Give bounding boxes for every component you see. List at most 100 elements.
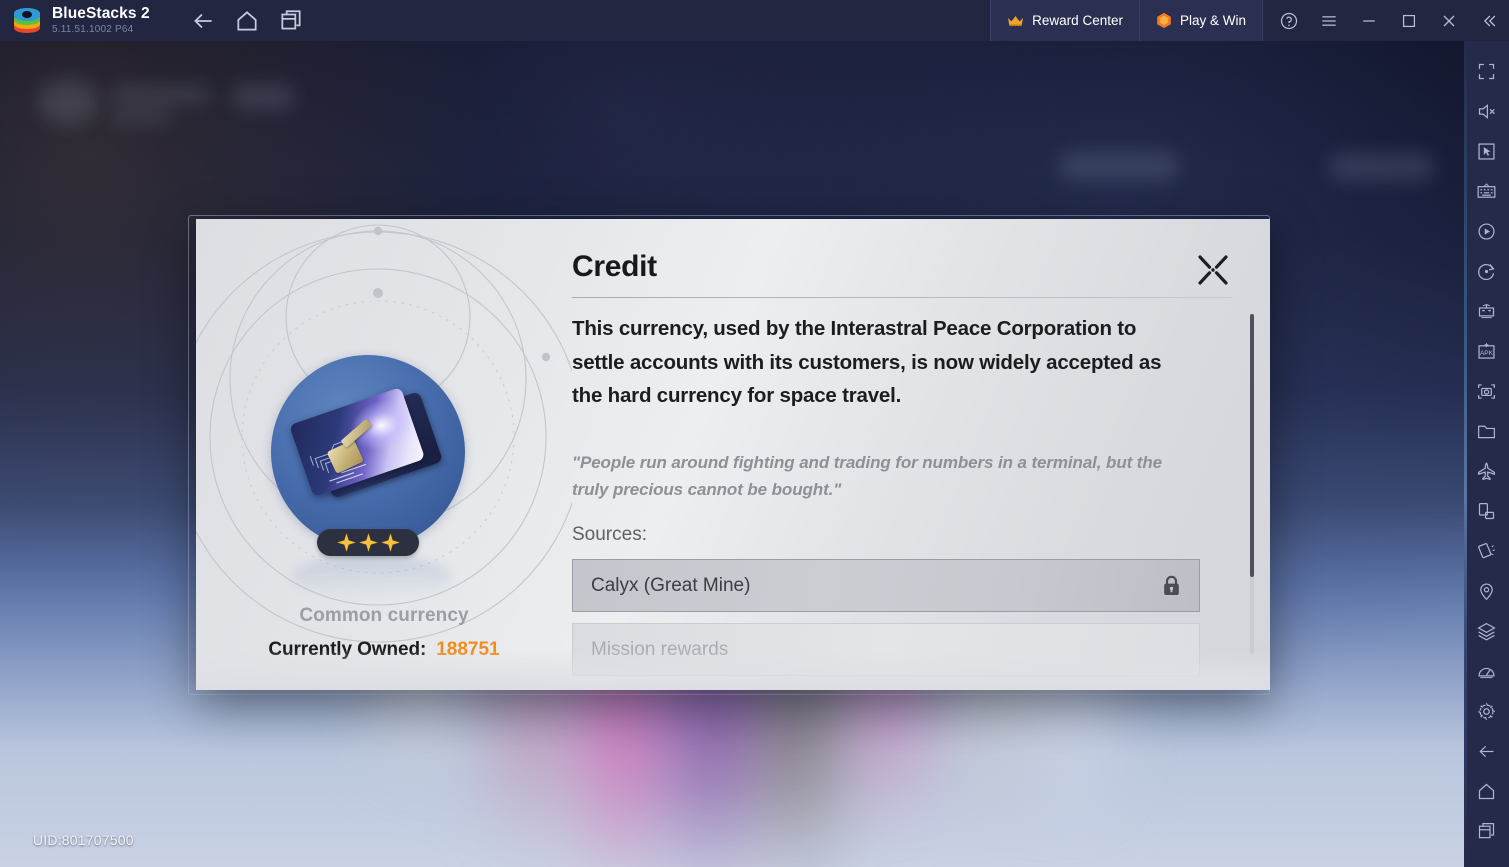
windows-stack-icon bbox=[281, 9, 301, 29]
sidebar-item-home[interactable] bbox=[1464, 771, 1509, 811]
close-button[interactable] bbox=[1429, 0, 1469, 41]
sidebar-item-game-controls[interactable] bbox=[1464, 171, 1509, 211]
padlock-icon bbox=[1164, 575, 1179, 595]
airplane-icon bbox=[1478, 461, 1495, 480]
cursor-arrow-icon bbox=[1478, 142, 1495, 160]
close-dialog-button[interactable] bbox=[1192, 249, 1234, 291]
blurred-hud-sub bbox=[110, 111, 172, 123]
sidebar-item-back[interactable] bbox=[1464, 731, 1509, 771]
blurred-hud-name bbox=[110, 87, 210, 103]
shake-icon bbox=[1478, 542, 1495, 558]
tools-sidebar: APK bbox=[1464, 41, 1509, 867]
sidebar-item-rotate[interactable] bbox=[1464, 251, 1509, 291]
play-circle-icon bbox=[1478, 222, 1495, 240]
scrollbar-thumb[interactable] bbox=[1250, 314, 1254, 577]
gear-icon bbox=[1478, 702, 1495, 720]
close-x-icon bbox=[1198, 255, 1228, 285]
item-illustration-panel: Common currency Currently Owned: 188751 bbox=[196, 219, 572, 690]
keyboard-icon bbox=[1477, 182, 1496, 198]
orange-hexagon-icon bbox=[1157, 12, 1171, 29]
rarity-badge bbox=[317, 529, 419, 556]
arrow-left-icon bbox=[1479, 745, 1494, 757]
window-controls bbox=[1263, 0, 1509, 41]
sidebar-item-media-manager[interactable] bbox=[1464, 411, 1509, 451]
sidebar-item-eco-mode[interactable] bbox=[1464, 451, 1509, 491]
blurred-hud-chip bbox=[232, 85, 294, 109]
sidebar-item-rotate-screen[interactable] bbox=[1464, 491, 1509, 531]
sidebar-item-cursor-mode[interactable] bbox=[1464, 131, 1509, 171]
source-row-calyx[interactable]: Calyx (Great Mine) bbox=[572, 559, 1200, 612]
layers-icon bbox=[1477, 622, 1496, 641]
sidebar-item-shake[interactable] bbox=[1464, 531, 1509, 571]
rotate-screen-icon bbox=[1478, 502, 1495, 519]
title-divider bbox=[572, 297, 1232, 298]
currently-owned-label: Currently Owned: bbox=[268, 639, 427, 660]
sidebar-item-location[interactable] bbox=[1464, 571, 1509, 611]
app-name: BlueStacks 2 bbox=[52, 5, 150, 23]
blurred-hud-avatar bbox=[38, 79, 98, 125]
location-pin-icon bbox=[1480, 583, 1493, 600]
play-and-win-button[interactable]: Play & Win bbox=[1139, 0, 1263, 41]
folder-icon bbox=[1478, 425, 1495, 438]
sidebar-item-recent-apps[interactable] bbox=[1464, 811, 1509, 851]
sidebar-item-settings[interactable] bbox=[1464, 691, 1509, 731]
hamburger-icon bbox=[1322, 15, 1336, 26]
uid-label: UID:801707500 bbox=[33, 832, 134, 848]
help-button[interactable] bbox=[1269, 0, 1309, 41]
home-icon bbox=[1478, 783, 1495, 799]
arrow-left-icon bbox=[193, 13, 212, 28]
item-description: This currency, used by the Interastral P… bbox=[572, 317, 1162, 407]
item-type-label: Common currency bbox=[299, 605, 469, 626]
source-row-mission-rewards[interactable]: Mission rewards bbox=[572, 623, 1200, 676]
maximize-button[interactable] bbox=[1389, 0, 1429, 41]
bluestacks-logo bbox=[12, 6, 42, 36]
sidebar-item-mute[interactable] bbox=[1464, 91, 1509, 131]
maximize-icon bbox=[1402, 14, 1416, 27]
menu-button[interactable] bbox=[1309, 0, 1349, 41]
collapse-sidebar-button[interactable] bbox=[1469, 0, 1509, 41]
bluestacks-window: UID:801707500 Common currency Currently … bbox=[0, 0, 1509, 867]
item-info-panel: Credit This currency, used by the Intera… bbox=[572, 219, 1270, 690]
item-flavor-quote: "People run around fighting and trading … bbox=[572, 453, 1163, 499]
source-label: Calyx (Great Mine) bbox=[591, 574, 751, 596]
four-point-star-icon bbox=[336, 533, 356, 552]
sync-instances-icon bbox=[1478, 303, 1495, 318]
item-reflection bbox=[292, 555, 452, 599]
circuit-lines bbox=[309, 425, 368, 484]
reward-center-label: Reward Center bbox=[1032, 13, 1123, 28]
four-point-star-icon bbox=[358, 533, 378, 552]
chevrons-left-icon bbox=[1483, 15, 1496, 26]
sidebar-item-multi-instance-sync[interactable] bbox=[1464, 291, 1509, 331]
home-button[interactable] bbox=[234, 8, 260, 34]
sidebar-item-macro-recorder[interactable] bbox=[1464, 211, 1509, 251]
card-front-shape bbox=[288, 386, 426, 498]
speaker-mute-icon bbox=[1478, 103, 1495, 119]
close-icon bbox=[1443, 15, 1455, 26]
source-label: Mission rewards bbox=[591, 638, 729, 660]
question-circle-icon bbox=[1280, 12, 1298, 29]
sidebar-item-multi-instance-manager[interactable] bbox=[1464, 611, 1509, 651]
credit-card-item-icon bbox=[284, 377, 452, 527]
sidebar-item-performance[interactable] bbox=[1464, 651, 1509, 691]
titlebar: BlueStacks 2 5.11.51.1002 P64 Reward Cen… bbox=[0, 0, 1509, 41]
minimize-icon bbox=[1363, 19, 1375, 22]
blurred-hud-right-1 bbox=[1060, 151, 1178, 181]
play-and-win-label: Play & Win bbox=[1179, 13, 1246, 28]
app-title-block: BlueStacks 2 5.11.51.1002 P64 bbox=[52, 6, 150, 35]
blurred-hud-right-2 bbox=[1330, 153, 1434, 181]
home-icon bbox=[237, 10, 257, 31]
currently-owned-value: 188751 bbox=[436, 639, 500, 660]
camera-icon bbox=[1478, 383, 1495, 399]
sidebar-item-screenshot[interactable] bbox=[1464, 371, 1509, 411]
sidebar-item-fullscreen[interactable] bbox=[1464, 51, 1509, 91]
sidebar-item-install-apk[interactable]: APK bbox=[1464, 331, 1509, 371]
rotate-dot-icon bbox=[1478, 263, 1495, 280]
recent-apps-button[interactable] bbox=[278, 8, 304, 34]
minimize-button[interactable] bbox=[1349, 0, 1389, 41]
titlebar-right: Reward Center Play & Win bbox=[990, 0, 1509, 41]
item-detail-dialog: Common currency Currently Owned: 188751 C… bbox=[196, 219, 1270, 690]
sources-list: Calyx (Great Mine) Mission rewards bbox=[572, 559, 1200, 687]
back-button[interactable] bbox=[190, 8, 216, 34]
reward-center-button[interactable]: Reward Center bbox=[990, 0, 1140, 41]
dialog-title: Credit bbox=[572, 250, 657, 283]
